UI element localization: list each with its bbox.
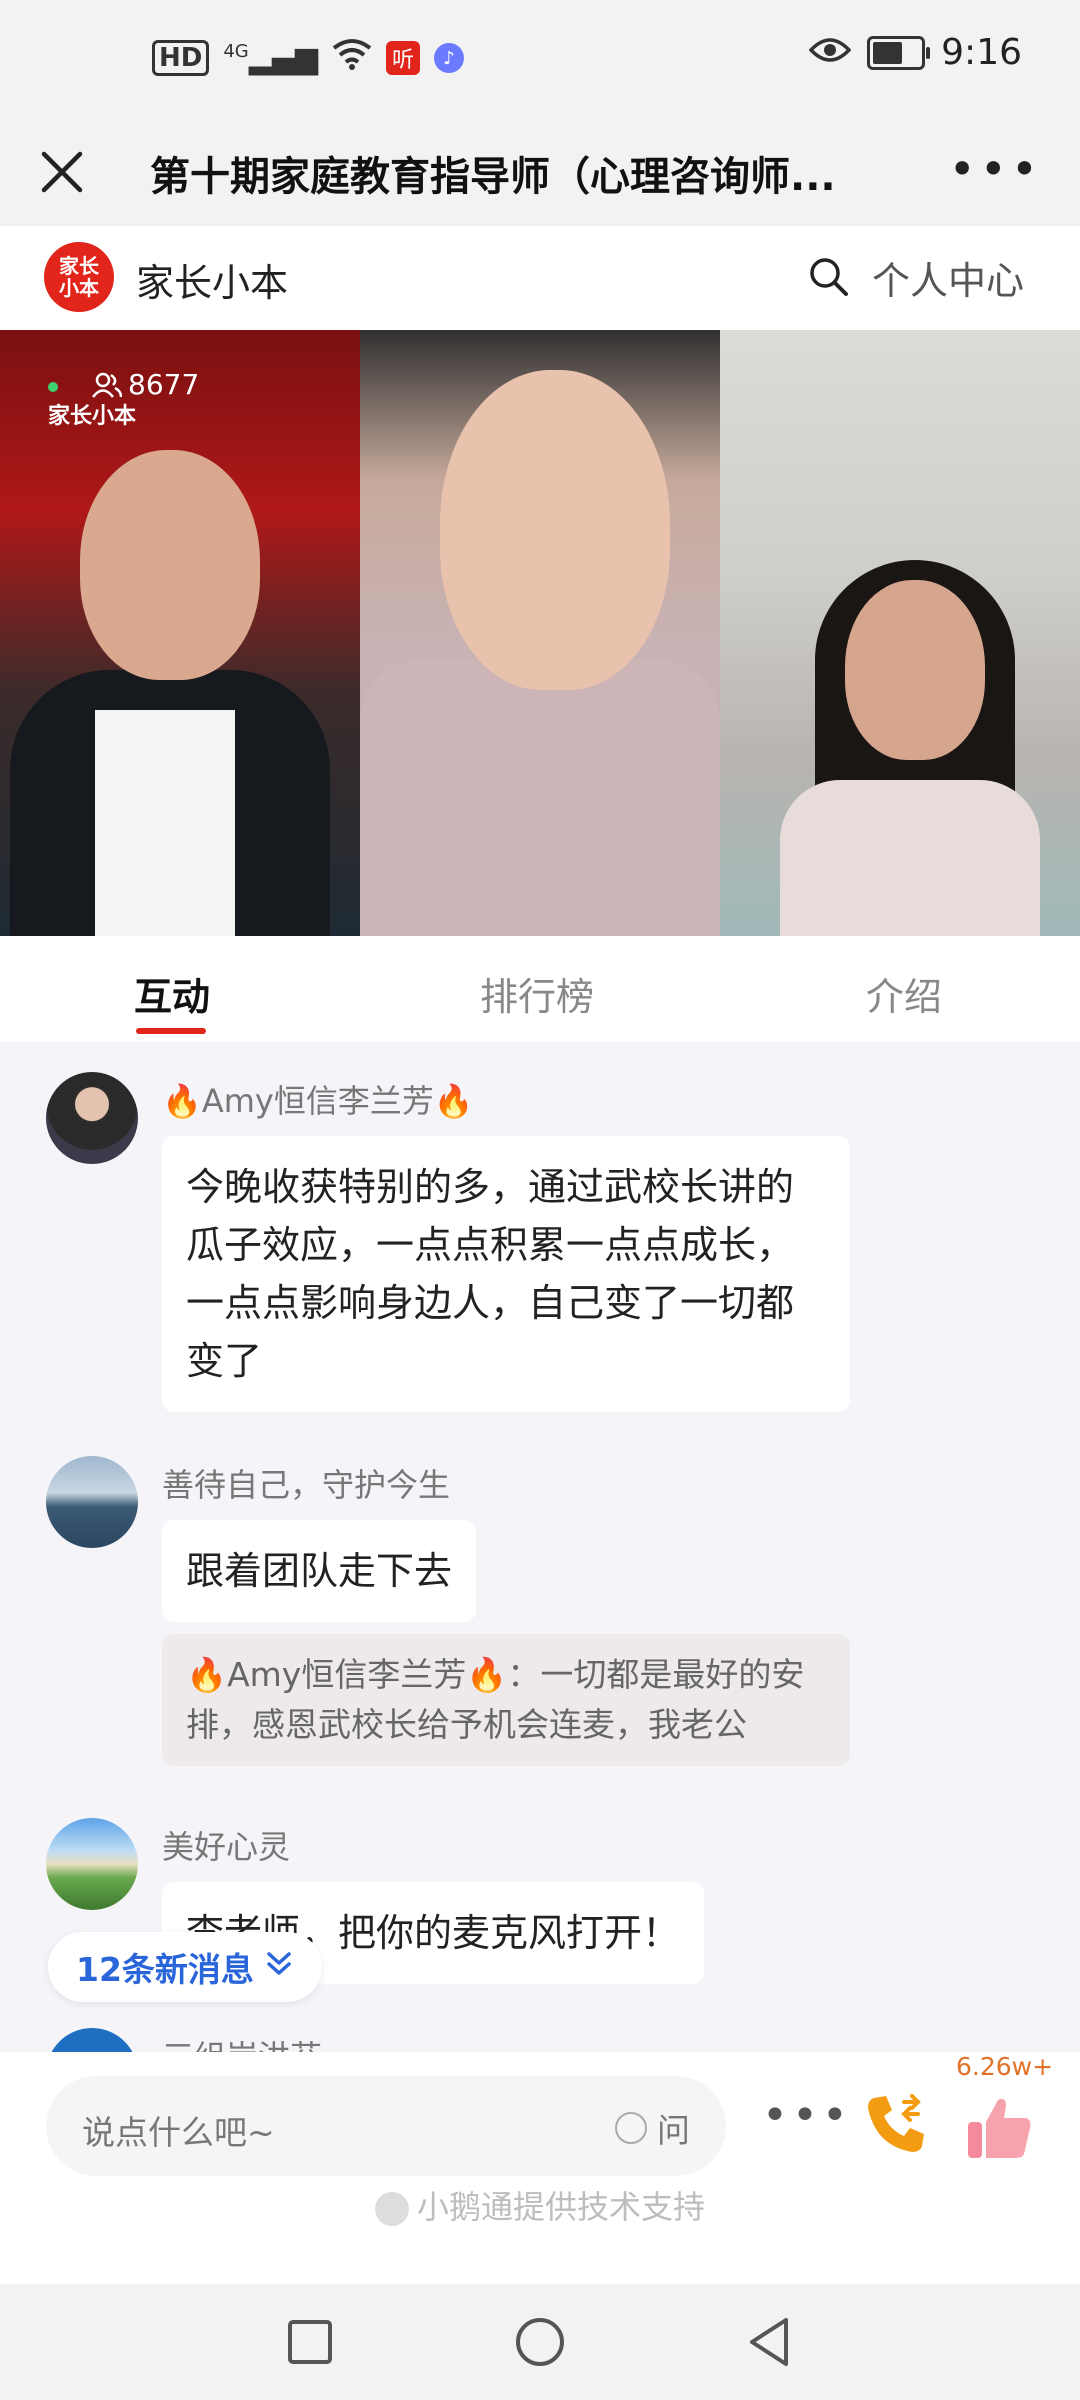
video-tile-host[interactable]: 8677 家长小本 (0, 330, 360, 936)
message-username[interactable]: 🔥Amy恒信李兰芳🔥 (162, 1076, 474, 1122)
personal-center-link[interactable]: 个人中心 (872, 250, 1024, 305)
avatar[interactable] (46, 2028, 138, 2052)
brand-logo-text: 家长小本 (59, 254, 99, 300)
system-nav-bar (0, 2284, 1080, 2400)
more-actions-button[interactable]: ••• (762, 2090, 852, 2141)
hd-badge: HD (152, 40, 210, 76)
bottom-bar: 说点什么吧~ 问 ••• 6.26w+ 小鹅通提供技术支持 (0, 2052, 1080, 2284)
live-indicator (48, 382, 58, 392)
guest1-body (360, 660, 720, 936)
brand-name[interactable]: 家长小本 (136, 252, 288, 307)
recent-apps-icon[interactable] (280, 2312, 340, 2372)
ask-label: 问 (657, 2111, 690, 2150)
guest2-face (845, 580, 985, 760)
avatar[interactable] (46, 1072, 138, 1164)
battery-icon (867, 35, 931, 70)
close-button[interactable] (30, 140, 94, 204)
eye-icon (808, 32, 852, 73)
quoted-reply[interactable]: 🔥Amy恒信李兰芳🔥：一切都是最好的安排，感恩武校长给予机会连麦，我老公 (162, 1634, 850, 1766)
tab-introduction[interactable]: 介绍 (866, 966, 942, 1021)
xiaoe-logo-icon (374, 2192, 409, 2226)
avatar[interactable] (46, 1456, 138, 1548)
tab-bar: 互动 排行榜 介绍 (0, 936, 1080, 1044)
live-video-area[interactable]: 8677 家长小本 (0, 330, 1080, 936)
viewer-count: 8677 (92, 368, 199, 401)
avatar[interactable] (46, 1818, 138, 1910)
wifi-icon (332, 38, 372, 78)
comment-placeholder: 说点什么吧~ (82, 2113, 275, 2152)
message-username[interactable]: 善待自己，守护今生 (162, 1460, 450, 1506)
new-messages-label: 12条新消息 (76, 1950, 254, 1989)
guest1-face (440, 370, 670, 690)
ask-question-toggle[interactable]: 问 (615, 2104, 690, 2152)
music-icon: ♪ (433, 43, 464, 73)
home-icon[interactable] (510, 2312, 570, 2372)
host-face (80, 450, 260, 680)
back-icon[interactable] (740, 2312, 800, 2372)
active-tab-indicator (136, 1028, 206, 1034)
app-notification-icon: 听 (385, 41, 420, 75)
host-shirt (95, 710, 235, 936)
title-bar: 第十期家庭教育指导师（心理咨询师... ••• (0, 118, 1080, 226)
viewers-icon (92, 372, 122, 398)
page-title: 第十期家庭教育指导师（心理咨询师... (150, 154, 836, 200)
video-tile-guest-2[interactable] (720, 330, 1080, 936)
status-left-icons: HD 4G▂▄▆ 听 ♪ (152, 38, 464, 78)
message-username[interactable]: 美好心灵 (162, 1822, 290, 1868)
status-right-icons: 9:16 (808, 32, 1022, 73)
message-username[interactable]: 三组岸洪芬 (162, 2032, 322, 2052)
search-icon[interactable] (806, 254, 850, 298)
powered-by-text: 小鹅通提供技术支持 (416, 2188, 705, 2226)
new-messages-button[interactable]: 12条新消息 (48, 1932, 322, 2002)
status-bar: HD 4G▂▄▆ 听 ♪ 9:16 (0, 0, 1080, 118)
tab-interaction[interactable]: 互动 (134, 966, 210, 1021)
brand-bar: 家长小本 家长小本 个人中心 (0, 226, 1080, 330)
brand-logo[interactable]: 家长小本 (44, 242, 114, 312)
message-bubble[interactable]: 今晚收获特别的多，通过武校长讲的瓜子效应，一点点积累一点点成长，一点点影响身边人… (162, 1136, 850, 1412)
powered-by: 小鹅通提供技术支持 (0, 2182, 1080, 2228)
like-count: 6.26w+ (956, 2052, 1054, 2081)
clock: 9:16 (941, 32, 1022, 73)
guest2-body (780, 780, 1040, 936)
thumbs-up-icon[interactable] (964, 2092, 1036, 2164)
signal-icon: 4G▂▄▆ (223, 40, 318, 76)
tab-leaderboard[interactable]: 排行榜 (480, 966, 594, 1021)
phone-call-icon[interactable] (860, 2088, 932, 2160)
radio-circle-icon (615, 2112, 647, 2144)
video-watermark: 家长小本 (48, 404, 137, 429)
chat-list[interactable]: 🔥Amy恒信李兰芳🔥 今晚收获特别的多，通过武校长讲的瓜子效应，一点点积累一点点… (0, 1042, 1080, 2052)
message-bubble[interactable]: 跟着团队走下去 (162, 1520, 477, 1622)
more-options-button[interactable]: ••• (949, 142, 1042, 196)
comment-input[interactable]: 说点什么吧~ 问 (46, 2076, 726, 2176)
viewer-count-value: 8677 (128, 368, 200, 401)
video-tile-guest-1[interactable] (360, 330, 720, 936)
network-type: 4G (223, 40, 249, 62)
double-chevron-down-icon (264, 1948, 294, 1987)
